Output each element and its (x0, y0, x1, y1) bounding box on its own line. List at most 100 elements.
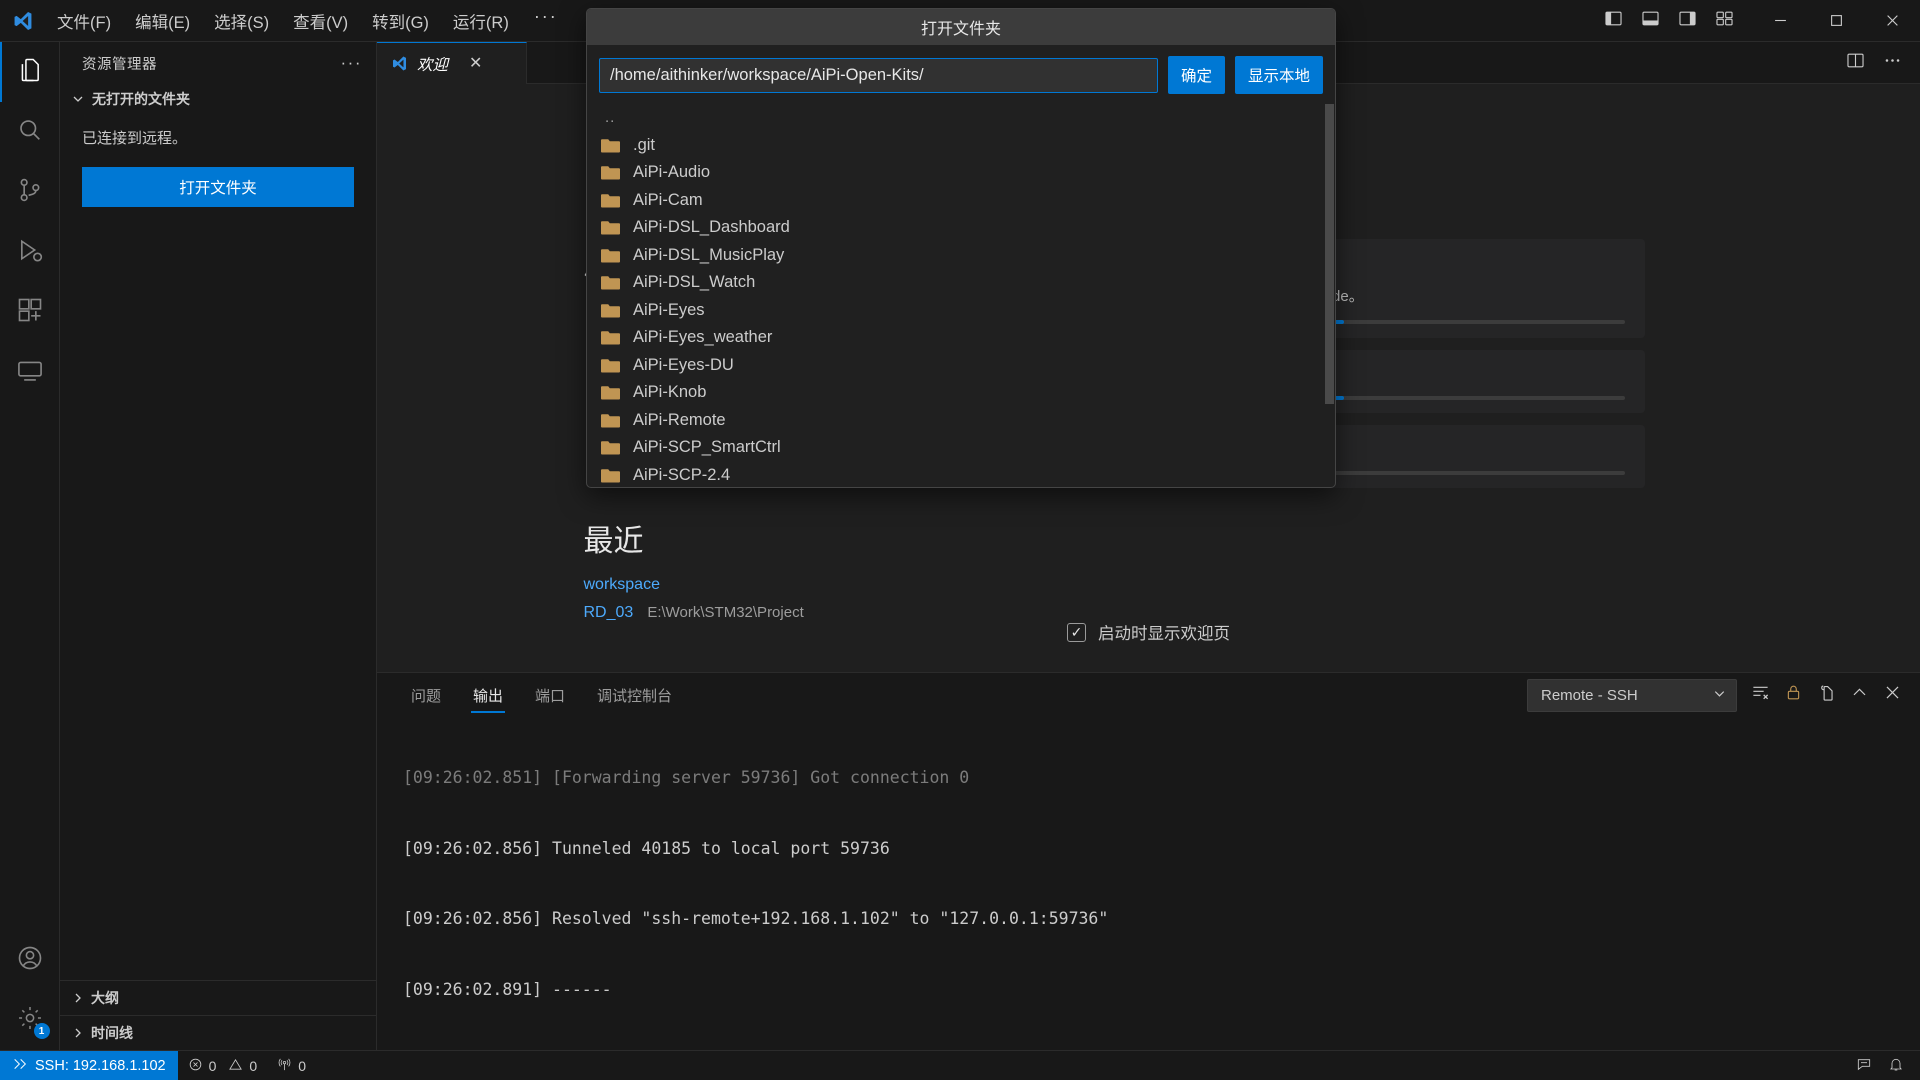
status-problems[interactable]: 0 0 (178, 1051, 268, 1080)
sidebar-section-outline[interactable]: 大纲 (60, 980, 376, 1015)
extensions-icon (16, 296, 44, 329)
recent-item[interactable]: workspace (584, 576, 1009, 594)
folder-list-item[interactable]: AiPi-Eyes (587, 297, 1335, 325)
menu-go[interactable]: 转到(G) (361, 4, 440, 38)
sidebar-title: 资源管理器 (82, 56, 157, 73)
open-folder-dialog: 打开文件夹 确定 显示本地 .. .git AiPi-Audio AiPi-Ca… (586, 8, 1336, 488)
folder-list-item[interactable]: .git (587, 132, 1335, 160)
radio-tower-icon (277, 1057, 292, 1075)
status-remote-label: SSH: 192.168.1.102 (35, 1057, 166, 1074)
activity-item-accounts[interactable] (0, 930, 60, 990)
window-minimize-button[interactable] (1752, 0, 1808, 42)
window-maximize-button[interactable] (1808, 0, 1864, 42)
folder-list-item[interactable]: AiPi-Knob (587, 379, 1335, 407)
menu-file[interactable]: 文件(F) (46, 4, 122, 38)
window-close-button[interactable] (1864, 0, 1920, 42)
activity-item-source-control[interactable] (0, 162, 60, 222)
folder-list-item[interactable]: AiPi-DSL_MusicPlay (587, 242, 1335, 270)
menu-run[interactable]: 运行(R) (442, 4, 520, 38)
folder-icon (601, 274, 621, 291)
sidebar-more-button[interactable]: ··· (341, 53, 362, 73)
folder-list-item-label: AiPi-Remote (633, 410, 726, 429)
customize-layout-icon[interactable] (1715, 9, 1734, 33)
output-view[interactable]: [09:26:02.851] [Forwarding server 59736]… (377, 717, 1920, 1050)
vscode-logo-icon (0, 10, 46, 32)
tab-welcome-label: 欢迎 (417, 56, 449, 74)
confirm-button[interactable]: 确定 (1167, 56, 1225, 94)
primary-sidebar: 资源管理器 ··· 无打开的文件夹 已连接到远程。 打开文件夹 大纲 时间线 (60, 42, 377, 1050)
remote-icon (12, 1056, 28, 1076)
folder-list-scrollbar[interactable] (1325, 104, 1334, 487)
open-folder-button[interactable]: 打开文件夹 (82, 166, 354, 207)
source-control-icon (16, 176, 44, 209)
panel-tab-ports[interactable]: 端口 (523, 673, 577, 717)
folder-list-item[interactable]: AiPi-Cam (587, 187, 1335, 215)
status-ports-count: 0 (298, 1057, 306, 1074)
show-welcome-on-startup-row[interactable]: ✓ 启动时显示欢迎页 (377, 620, 1920, 644)
folder-list-item[interactable]: AiPi-DSL_Watch (587, 269, 1335, 297)
activity-item-manage[interactable]: 1 (0, 990, 60, 1050)
folder-list-item[interactable]: AiPi-Remote (587, 407, 1335, 435)
activity-item-remote-explorer[interactable] (0, 342, 60, 402)
menu-selection[interactable]: 选择(S) (203, 4, 280, 38)
panel-tab-debug-console[interactable]: 调试控制台 (585, 673, 684, 717)
folder-icon (601, 412, 621, 429)
activity-item-search[interactable] (0, 102, 60, 162)
output-log: [09:26:02.851] [Forwarding server 59736]… (403, 717, 1920, 1050)
folder-list-item-label: AiPi-DSL_Watch (633, 273, 756, 292)
menu-edit[interactable]: 编辑(E) (124, 4, 201, 38)
tab-welcome[interactable]: 欢迎 ✕ (377, 42, 527, 84)
folder-list-item[interactable]: AiPi-Audio (587, 159, 1335, 187)
status-warning-count: 0 (249, 1057, 258, 1074)
folder-icon (601, 247, 621, 264)
tab-close-icon[interactable]: ✕ (469, 55, 482, 72)
folder-icon (601, 219, 621, 236)
toggle-secondary-sidebar-icon[interactable] (1678, 9, 1697, 33)
explorer-section-no-folder[interactable]: 无打开的文件夹 (60, 84, 376, 114)
feedback-icon[interactable] (1856, 1056, 1872, 1075)
folder-list-item[interactable]: AiPi-SCP_SmartCtrl (587, 434, 1335, 462)
more-actions-icon[interactable] (1883, 51, 1902, 75)
folder-icon (601, 302, 621, 319)
activity-item-run-and-debug[interactable] (0, 222, 60, 282)
status-ports[interactable]: 0 (267, 1051, 316, 1080)
toggle-panel-icon[interactable] (1641, 9, 1660, 33)
folder-list-item[interactable]: AiPi-DSL_Dashboard (587, 214, 1335, 242)
menu-view[interactable]: 查看(V) (282, 4, 359, 38)
close-icon[interactable] (1883, 683, 1902, 707)
status-remote-indicator[interactable]: SSH: 192.168.1.102 (0, 1051, 178, 1080)
menu-more-button[interactable]: ··· (522, 4, 570, 37)
folder-list-item[interactable]: AiPi-Eyes-DU (587, 352, 1335, 380)
clear-output-icon[interactable] (1751, 683, 1770, 707)
folder-path-input[interactable] (599, 57, 1158, 93)
activity-item-explorer[interactable] (0, 42, 60, 102)
split-editor-icon[interactable] (1846, 51, 1865, 75)
open-in-editor-icon[interactable] (1817, 683, 1836, 707)
panel-tab-problems[interactable]: 问题 (399, 673, 453, 717)
folder-list-scrollbar-thumb[interactable] (1325, 104, 1334, 404)
folder-list-item-label: .git (633, 135, 656, 154)
activity-item-extensions[interactable] (0, 282, 60, 342)
title-bar-right (1604, 0, 1920, 42)
show-local-button[interactable]: 显示本地 (1234, 56, 1323, 94)
folder-list-item[interactable]: AiPi-Eyes_weather (587, 324, 1335, 352)
folder-list-item[interactable]: AiPi-SCP-2.4 (587, 462, 1335, 488)
folder-icon (601, 439, 621, 456)
output-channel-select[interactable]: Remote - SSH (1527, 678, 1737, 712)
bottom-panel: 问题 输出 端口 调试控制台 Remote - SSH [09:26:02.85… (377, 672, 1920, 1050)
show-welcome-checkbox[interactable]: ✓ (1067, 622, 1086, 642)
folder-list-parent[interactable]: .. (587, 104, 1335, 132)
panel-tabs: 问题 输出 端口 调试控制台 (399, 673, 684, 717)
lock-scroll-icon[interactable] (1784, 683, 1803, 707)
bell-icon[interactable] (1888, 1056, 1904, 1075)
toggle-primary-sidebar-icon[interactable] (1604, 9, 1623, 33)
sidebar-header: 资源管理器 ··· (60, 42, 376, 84)
sidebar-section-outline-label: 大纲 (91, 990, 119, 1006)
panel-tab-output[interactable]: 输出 (461, 673, 515, 717)
folder-list[interactable]: .. .git AiPi-Audio AiPi-Cam AiPi-DSL_Das… (587, 104, 1335, 487)
sidebar-section-timeline[interactable]: 时间线 (60, 1015, 376, 1050)
chevron-down-icon (70, 91, 86, 107)
chevron-up-icon[interactable] (1850, 683, 1869, 707)
welcome-recent-heading: 最近 (583, 525, 644, 558)
